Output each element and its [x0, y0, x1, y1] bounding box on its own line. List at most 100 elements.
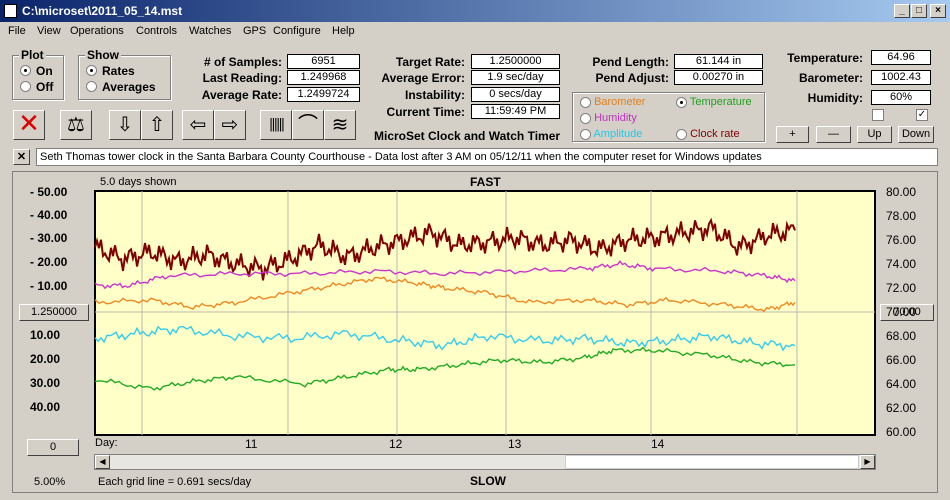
wave-icon: ⌒	[298, 112, 318, 136]
last-reading-value: 1.249968	[287, 70, 360, 85]
arrow-up-icon: ⇧	[148, 112, 166, 136]
env-checkbox-1[interactable]	[872, 109, 884, 121]
scale-icon: ⚖	[67, 112, 85, 136]
window-title: C:\microset\2011_05_14.mst	[22, 4, 183, 18]
menu-watches[interactable]: Watches	[189, 25, 231, 37]
show-rates-radio[interactable]: Rates	[86, 64, 135, 78]
menu-help[interactable]: Help	[332, 25, 355, 37]
menu-operations[interactable]: Operations	[70, 25, 124, 37]
target-rate-label: Target Rate:	[395, 55, 465, 69]
bars-view-button[interactable]: ||||||	[260, 110, 292, 140]
slow-label: SLOW	[470, 474, 506, 488]
plot-on-label: On	[36, 64, 53, 78]
right-tick-label: 78.00	[886, 209, 917, 223]
right-tick-label: 80.00	[886, 185, 917, 199]
zero-button[interactable]: 0	[27, 439, 79, 456]
samples-label: # of Samples:	[203, 55, 282, 69]
maximize-button[interactable]: □	[911, 4, 927, 18]
series-temperature-radio[interactable]: Temperature	[676, 96, 752, 108]
scroll-down-button[interactable]: ⇩	[109, 110, 141, 140]
pend-length-value: 61.144 in	[674, 54, 763, 69]
radio-off-icon	[580, 96, 591, 108]
days-shown: 5.0 days shown	[100, 176, 177, 188]
left-scale-button[interactable]: 1.250000	[19, 304, 89, 321]
balance-button[interactable]: ⚖	[60, 110, 92, 140]
temperature-label: Temperature:	[787, 51, 863, 65]
average-rate-value: 1.2499724	[287, 87, 360, 102]
radio-on-icon	[676, 96, 687, 108]
line-view-button[interactable]: ⌒	[292, 110, 324, 140]
rate-chart	[94, 190, 876, 436]
show-averages-radio[interactable]: Averages	[86, 80, 156, 94]
pend-length-label: Pend Length:	[592, 55, 669, 69]
radio-off-icon	[676, 128, 687, 140]
x-icon: ✕	[18, 109, 40, 139]
scroll-up-button[interactable]: ⇧	[141, 110, 173, 140]
close-button[interactable]: ×	[930, 4, 946, 18]
plot-off-radio[interactable]: Off	[20, 80, 53, 94]
right-tick-label: 66.00	[886, 353, 917, 367]
env-checkbox-2[interactable]: ✓	[916, 109, 928, 121]
menu-view[interactable]: View	[37, 25, 61, 37]
app-title: MicroSet Clock and Watch Timer	[374, 129, 561, 143]
series-amplitude-radio[interactable]: Amplitude	[580, 128, 642, 140]
scrollbar-thumb[interactable]	[565, 455, 859, 469]
average-error-label: Average Error:	[381, 71, 465, 85]
right-tick-label: 68.00	[886, 329, 917, 343]
scroll-right-button[interactable]: ⇨	[214, 110, 246, 140]
radio-on-icon	[20, 65, 31, 77]
left-tick-label: - 50.00	[30, 185, 68, 199]
arrow-left-icon: ⇦	[189, 112, 207, 136]
instability-label: Instability:	[404, 88, 465, 102]
bars-icon: ||||||	[268, 117, 285, 132]
grid-note: Each grid line = 0.691 secs/day	[98, 476, 252, 488]
clear-note-button[interactable]: ✕	[13, 149, 30, 165]
radio-off-icon	[20, 81, 31, 93]
plot-area	[94, 190, 876, 436]
minus-button[interactable]: —	[816, 126, 851, 143]
x-tick-label: 14	[651, 437, 665, 451]
series-amplitude-label: Amplitude	[593, 128, 643, 140]
plus-button[interactable]: +	[776, 126, 809, 143]
average-rate-label: Average Rate:	[201, 88, 282, 102]
app-icon	[4, 4, 17, 18]
down-button[interactable]: Down	[898, 126, 934, 143]
series-clockrate-label: Clock rate	[690, 128, 740, 140]
pend-adjust-label: Pend Adjust:	[595, 71, 669, 85]
current-time-value: 11:59:49 PM	[471, 104, 560, 119]
menu-controls[interactable]: Controls	[136, 25, 177, 37]
series-clockrate-radio[interactable]: Clock rate	[676, 128, 740, 140]
left-tick-label: 40.00	[30, 400, 61, 414]
left-tick-label: - 40.00	[30, 208, 68, 222]
radio-off-icon	[580, 128, 591, 140]
scroll-left-arrow-icon[interactable]: ◀	[95, 455, 110, 469]
x-tick-label: 12	[389, 437, 403, 451]
menu-file[interactable]: File	[8, 25, 26, 37]
radio-off-icon	[580, 112, 591, 124]
percent-label: 5.00%	[34, 476, 66, 488]
scroll-right-arrow-icon[interactable]: ▶	[860, 455, 875, 469]
menu-gps[interactable]: GPS	[243, 25, 266, 37]
stop-button[interactable]: ✕	[13, 110, 45, 140]
right-tick-label: 64.00	[886, 377, 917, 391]
plot-group-title: Plot	[19, 48, 46, 62]
temperature-value: 64.96	[871, 50, 931, 65]
note-field[interactable]: Seth Thomas tower clock in the Santa Bar…	[36, 148, 938, 166]
show-group: Show Rates Averages	[78, 48, 171, 100]
current-time-label: Current Time:	[386, 105, 465, 119]
menu-bar: File View Operations Controls Watches GP…	[0, 22, 950, 42]
lines-view-button[interactable]: ≋	[324, 110, 356, 140]
series-humidity-radio[interactable]: Humidity	[580, 112, 637, 124]
plot-on-radio[interactable]: On	[20, 64, 53, 78]
menu-configure[interactable]: Configure	[273, 25, 321, 37]
left-tick-label: - 30.00	[30, 231, 68, 245]
horizontal-scrollbar[interactable]: ◀ ▶	[94, 454, 876, 470]
x-tick-label: 13	[508, 437, 522, 451]
right-tick-label: 62.00	[886, 401, 917, 415]
minimize-button[interactable]: _	[894, 4, 910, 18]
right-tick-label: 72.00	[886, 281, 917, 295]
series-barometer-radio[interactable]: Barometer	[580, 96, 645, 108]
radio-off-icon	[86, 81, 97, 93]
up-button[interactable]: Up	[857, 126, 892, 143]
scroll-left-button[interactable]: ⇦	[182, 110, 214, 140]
